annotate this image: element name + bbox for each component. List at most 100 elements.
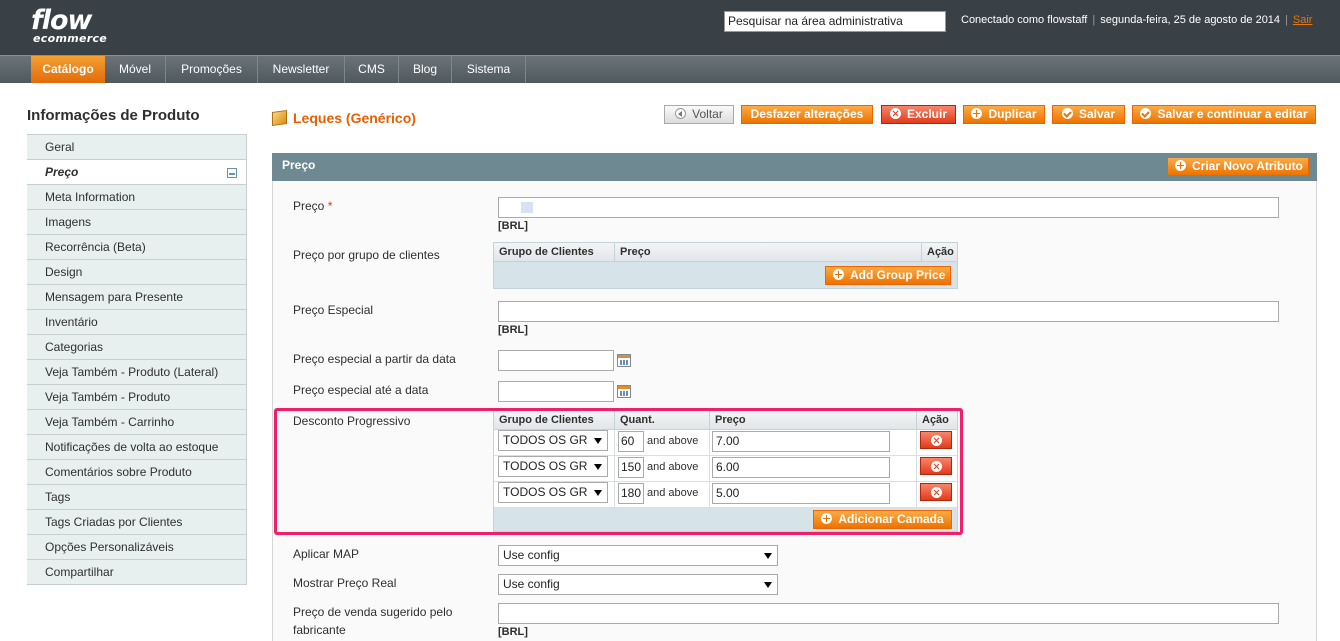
- section-title: Preço: [282, 158, 316, 172]
- column-header: Grupo de Clientes: [494, 243, 615, 262]
- nav-cms[interactable]: CMS: [345, 56, 399, 83]
- tab-meta-information[interactable]: Meta Information: [27, 184, 246, 209]
- tab-categorias[interactable]: Categorias: [27, 334, 246, 359]
- special-to-label: Preço especial até a data: [293, 383, 429, 397]
- page-title: Leques (Genérico): [272, 109, 416, 127]
- select-value: Use config: [503, 577, 560, 591]
- calendar-icon[interactable]: [617, 354, 631, 367]
- sidebar-title: Informações de Produto: [27, 107, 200, 124]
- logout-link[interactable]: Sair: [1293, 14, 1313, 26]
- header-date: segunda-feira, 25 de agosto de 2014: [1100, 14, 1281, 26]
- connected-as-text: Conectado como flowstaff: [961, 14, 1088, 26]
- show-price-label: Mostrar Preço Real: [293, 576, 397, 590]
- duplicate-button-label: Duplicar: [988, 107, 1037, 121]
- tab-imagens[interactable]: Imagens: [27, 209, 246, 234]
- special-from-date-input[interactable]: [498, 350, 614, 371]
- separator: |: [1285, 14, 1288, 26]
- section-header: Preço: [272, 153, 1317, 181]
- special-price-label: Preço Especial: [293, 303, 374, 317]
- save-continue-button[interactable]: Salvar e continuar a editar: [1132, 105, 1316, 124]
- nav-movel[interactable]: Móvel: [105, 56, 166, 83]
- flow-ecommerce-logo[interactable]: flow ecommerce: [31, 5, 108, 45]
- tab-inventario[interactable]: Inventário: [27, 309, 246, 334]
- currency-note: [BRL]: [498, 626, 528, 638]
- back-button-label: Voltar: [692, 107, 723, 121]
- nav-catalogo[interactable]: Catálogo: [31, 56, 105, 83]
- msrp-label-line: fabricante: [293, 623, 346, 637]
- tab-recorrencia[interactable]: Recorrência (Beta): [27, 234, 246, 259]
- global-search-input[interactable]: Pesquisar na área administrativa: [724, 11, 946, 32]
- close-icon: [889, 108, 901, 119]
- main-nav: Catálogo Móvel Promoções Newsletter CMS …: [0, 55, 1340, 83]
- price-label: Preço *: [293, 197, 332, 215]
- highlight-box: [274, 408, 963, 535]
- save-button-label: Salvar: [1078, 107, 1116, 121]
- admin-header: flow ecommerce Pesquisar na área adminis…: [0, 0, 1340, 55]
- dropdown-arrow-icon: [764, 582, 772, 588]
- tab-opcoes-personalizaveis[interactable]: Opções Personalizáveis: [27, 534, 246, 559]
- add-group-price-button[interactable]: Add Group Price: [825, 266, 951, 285]
- column-header: Ação: [922, 243, 957, 262]
- nav-sistema[interactable]: Sistema: [452, 56, 526, 83]
- tab-veja-tambem-carrinho[interactable]: Veja Também - Carrinho: [27, 409, 246, 434]
- plus-icon: [971, 108, 983, 119]
- nav-promocoes[interactable]: Promoções: [166, 56, 258, 83]
- column-header: Preço: [615, 243, 922, 262]
- apply-map-label: Aplicar MAP: [293, 547, 360, 561]
- nav-blog[interactable]: Blog: [399, 56, 452, 83]
- check-icon: [1061, 108, 1073, 119]
- text-cursor: [521, 202, 533, 213]
- tab-veja-tambem-produto[interactable]: Veja Também - Produto: [27, 384, 246, 409]
- tab-veja-tambem-lateral[interactable]: Veja Também - Produto (Lateral): [27, 359, 246, 384]
- apply-map-select[interactable]: Use config: [498, 545, 778, 566]
- tab-design[interactable]: Design: [27, 259, 246, 284]
- tab-notificacoes-estoque[interactable]: Notificações de volta ao estoque: [27, 434, 246, 459]
- separator: |: [1092, 14, 1096, 26]
- tab-mensagem-presente[interactable]: Mensagem para Presente: [27, 284, 246, 309]
- plus-icon: [833, 269, 844, 280]
- plus-icon: [1175, 160, 1186, 171]
- tab-comentarios[interactable]: Comentários sobre Produto: [27, 459, 246, 484]
- new-attribute-button[interactable]: Criar Novo Atributo: [1167, 157, 1309, 176]
- tab-tags[interactable]: Tags: [27, 484, 246, 509]
- tab-label: Preço: [45, 165, 79, 179]
- changed-icon: [227, 168, 237, 178]
- special-price-input[interactable]: [498, 301, 1279, 322]
- required-mark: *: [327, 199, 333, 213]
- reset-button[interactable]: Desfazer alterações: [741, 105, 873, 124]
- save-continue-label: Salvar e continuar a editar: [1157, 107, 1308, 121]
- nav-newsletter[interactable]: Newsletter: [258, 56, 345, 83]
- logo-text-main: flow: [31, 5, 93, 36]
- special-from-label: Preço especial a partir da data: [293, 352, 456, 366]
- tab-tags-clientes[interactable]: Tags Criadas por Clientes: [27, 509, 246, 534]
- tab-preco[interactable]: Preço: [27, 159, 246, 184]
- price-label-text: Preço: [293, 199, 325, 213]
- tab-geral[interactable]: Geral: [27, 134, 246, 159]
- check-icon: [1140, 108, 1152, 119]
- save-button[interactable]: Salvar: [1052, 105, 1125, 124]
- price-input[interactable]: [498, 197, 1279, 218]
- new-attribute-label: Criar Novo Atributo: [1192, 159, 1303, 173]
- product-tabs: Geral Preço Meta Information Imagens Rec…: [27, 134, 247, 585]
- duplicate-button[interactable]: Duplicar: [963, 105, 1045, 124]
- msrp-label-line: Preço de venda sugerido pelo: [293, 605, 453, 619]
- back-button[interactable]: Voltar: [664, 105, 734, 124]
- add-group-price-label: Add Group Price: [850, 268, 946, 282]
- logo-text-sub: ecommerce: [33, 32, 108, 45]
- select-value: Use config: [503, 548, 560, 562]
- product-box-icon: [272, 109, 287, 127]
- header-info: Conectado como flowstaff | segunda-feira, …: [961, 14, 1312, 26]
- page-title-text: Leques (Genérico): [293, 110, 416, 126]
- tab-compartilhar[interactable]: Compartilhar: [27, 559, 246, 584]
- group-price-label: Preço por grupo de clientes: [293, 248, 440, 262]
- delete-button[interactable]: Excluir: [881, 105, 956, 124]
- back-arrow-icon: [675, 108, 687, 119]
- delete-button-label: Excluir: [906, 107, 948, 121]
- show-price-select[interactable]: Use config: [498, 574, 778, 595]
- currency-note: [BRL]: [498, 220, 528, 232]
- dropdown-arrow-icon: [764, 553, 772, 559]
- msrp-input[interactable]: [498, 603, 1279, 624]
- calendar-icon[interactable]: [617, 385, 631, 398]
- special-to-date-input[interactable]: [498, 381, 614, 402]
- msrp-label: Preço de venda sugerido pelo fabricante: [293, 603, 452, 639]
